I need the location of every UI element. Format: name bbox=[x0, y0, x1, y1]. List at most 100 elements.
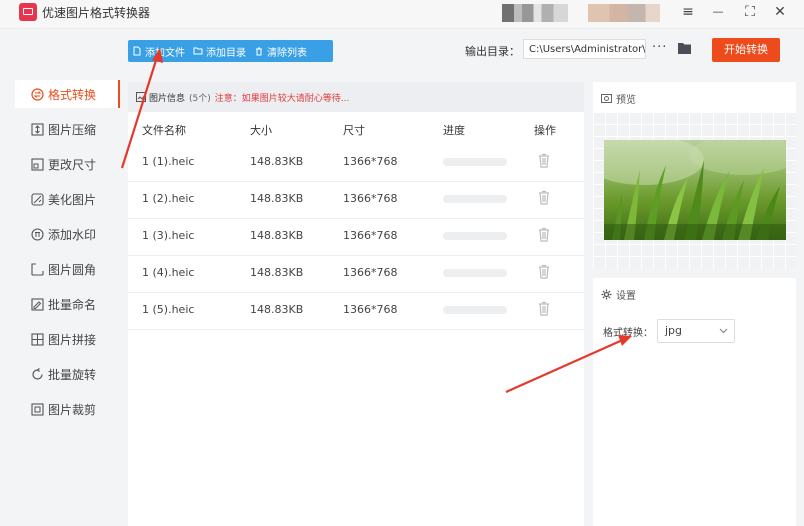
settings-title: 设置 bbox=[616, 291, 636, 302]
file-dimensions: 1366*768 bbox=[343, 303, 398, 316]
file-size: 148.83KB bbox=[250, 266, 304, 279]
column-header-name: 文件名称 bbox=[142, 124, 186, 137]
format-select[interactable]: jpg bbox=[657, 319, 735, 343]
rename-icon bbox=[30, 297, 44, 311]
trash-small-icon bbox=[256, 47, 262, 56]
preview-image bbox=[604, 140, 786, 240]
sidebar-item-label: 批量旋转 bbox=[48, 367, 97, 382]
trash-icon[interactable] bbox=[538, 190, 550, 205]
file-toolbar: 添加文件 添加目录 清除列表 bbox=[128, 40, 333, 62]
sidebar-item-round-corner[interactable]: 图片圆角 bbox=[15, 255, 120, 283]
file-size: 148.83KB bbox=[250, 155, 304, 168]
image-info-icon bbox=[136, 92, 146, 102]
trash-icon[interactable] bbox=[538, 301, 550, 316]
sidebar-item-label: 图片裁剪 bbox=[48, 402, 97, 417]
add-file-label: 添加文件 bbox=[145, 47, 185, 59]
sidebar-item-format-convert[interactable]: 格式转换 bbox=[15, 80, 120, 108]
minimize-icon[interactable]: — bbox=[706, 2, 730, 22]
column-header-size: 大小 bbox=[250, 124, 272, 137]
sidebar-item-label: 格式转换 bbox=[48, 87, 97, 102]
settings-panel: 设置 格式转换： jpg bbox=[593, 278, 796, 526]
file-name: 1 (4).heic bbox=[142, 266, 195, 279]
file-icon bbox=[133, 46, 141, 56]
stitch-icon bbox=[30, 332, 44, 346]
gear-icon bbox=[601, 289, 612, 300]
chevron-down-icon bbox=[719, 328, 728, 334]
crop-icon bbox=[30, 402, 44, 416]
trash-icon[interactable] bbox=[538, 264, 550, 279]
close-icon[interactable]: ✕ bbox=[768, 2, 792, 22]
trash-icon[interactable] bbox=[538, 153, 550, 168]
progress-bar bbox=[443, 306, 507, 314]
more-options-icon[interactable]: ··· bbox=[652, 40, 667, 55]
blurred-user-avatar bbox=[588, 4, 660, 22]
sidebar-item-label: 图片压缩 bbox=[48, 122, 97, 137]
sidebar-item-crop[interactable]: 图片裁剪 bbox=[15, 395, 120, 423]
format-value: jpg bbox=[665, 324, 683, 337]
file-dimensions: 1366*768 bbox=[343, 266, 398, 279]
table-row[interactable]: 1 (2).heic 148.83KB 1366*768 bbox=[128, 181, 584, 219]
format-convert-icon bbox=[30, 87, 44, 101]
preview-panel: 预览 bbox=[593, 82, 796, 268]
maximize-icon[interactable]: ⛶ bbox=[738, 2, 762, 22]
notice-text: 注意：如果图片较大请耐心等待... bbox=[214, 93, 350, 104]
progress-bar bbox=[443, 269, 507, 277]
settings-header: 设置 bbox=[601, 287, 636, 302]
trash-icon[interactable] bbox=[538, 227, 550, 242]
preview-title: 预览 bbox=[616, 95, 636, 106]
table-row[interactable]: 1 (3).heic 148.83KB 1366*768 bbox=[128, 218, 584, 256]
sidebar-item-stitch[interactable]: 图片拼接 bbox=[15, 325, 120, 353]
sidebar-item-rotate[interactable]: 批量旋转 bbox=[15, 360, 120, 388]
sidebar-item-watermark[interactable]: 添加水印 bbox=[15, 220, 120, 248]
sidebar-item-label: 图片圆角 bbox=[48, 262, 97, 277]
watermark-icon bbox=[30, 227, 44, 241]
add-folder-button[interactable]: 添加目录 bbox=[189, 40, 250, 62]
table-row[interactable]: 1 (4).heic 148.83KB 1366*768 bbox=[128, 255, 584, 293]
app-logo-icon bbox=[19, 3, 37, 21]
sidebar: 格式转换 图片压缩 更改尺寸 美化图片 添加水印 图片圆角 批量命名 图片拼接 … bbox=[15, 75, 120, 526]
sidebar-item-label: 更改尺寸 bbox=[48, 157, 97, 172]
table-row[interactable]: 1 (5).heic 148.83KB 1366*768 bbox=[128, 292, 584, 330]
file-size: 148.83KB bbox=[250, 229, 304, 242]
file-name: 1 (1).heic bbox=[142, 155, 195, 168]
blurred-user-info bbox=[502, 4, 568, 22]
compress-icon bbox=[30, 122, 44, 136]
sidebar-item-label: 图片拼接 bbox=[48, 332, 97, 347]
clear-list-button[interactable]: 清除列表 bbox=[250, 40, 311, 62]
title-bar: 优速图片格式转换器 ≡ — ⛶ ✕ bbox=[0, 0, 804, 29]
output-dir-field[interactable]: C:\Users\Administrator\ bbox=[523, 39, 646, 59]
add-file-button[interactable]: 添加文件 bbox=[128, 40, 189, 62]
column-header-dimensions: 尺寸 bbox=[343, 124, 365, 137]
rotate-icon bbox=[30, 367, 44, 381]
progress-bar bbox=[443, 195, 507, 203]
sidebar-item-label: 美化图片 bbox=[48, 192, 97, 207]
add-folder-label: 添加目录 bbox=[206, 47, 246, 59]
sidebar-item-compress[interactable]: 图片压缩 bbox=[15, 115, 120, 143]
sidebar-item-resize[interactable]: 更改尺寸 bbox=[15, 150, 120, 178]
start-convert-button[interactable]: 开始转换 bbox=[712, 38, 780, 62]
resize-icon bbox=[30, 157, 44, 171]
app-title: 优速图片格式转换器 bbox=[42, 6, 151, 20]
menu-icon[interactable]: ≡ bbox=[676, 2, 700, 22]
file-dimensions: 1366*768 bbox=[343, 229, 398, 242]
output-dir-label: 输出目录： bbox=[465, 45, 520, 58]
file-name: 1 (5).heic bbox=[142, 303, 195, 316]
clear-list-label: 清除列表 bbox=[267, 47, 307, 59]
table-row[interactable]: 1 (1).heic 148.83KB 1366*768 bbox=[128, 144, 584, 182]
open-folder-icon[interactable] bbox=[677, 41, 692, 55]
image-count: (5个) bbox=[189, 93, 211, 104]
sidebar-item-label: 批量命名 bbox=[48, 297, 97, 312]
folder-outline-icon bbox=[193, 47, 203, 55]
file-list-panel: 图片信息 (5个) 注意：如果图片较大请耐心等待... 文件名称 大小 尺寸 进… bbox=[128, 82, 584, 526]
sidebar-item-beautify[interactable]: 美化图片 bbox=[15, 185, 120, 213]
image-info-bar: 图片信息 (5个) 注意：如果图片较大请耐心等待... bbox=[128, 82, 584, 112]
progress-bar bbox=[443, 158, 507, 166]
column-header-actions: 操作 bbox=[534, 124, 556, 137]
format-label: 格式转换： bbox=[603, 328, 653, 339]
sidebar-item-label: 添加水印 bbox=[48, 227, 97, 242]
round-corner-icon bbox=[30, 262, 44, 276]
file-name: 1 (2).heic bbox=[142, 192, 195, 205]
file-name: 1 (3).heic bbox=[142, 229, 195, 242]
file-dimensions: 1366*768 bbox=[343, 155, 398, 168]
sidebar-item-rename[interactable]: 批量命名 bbox=[15, 290, 120, 318]
